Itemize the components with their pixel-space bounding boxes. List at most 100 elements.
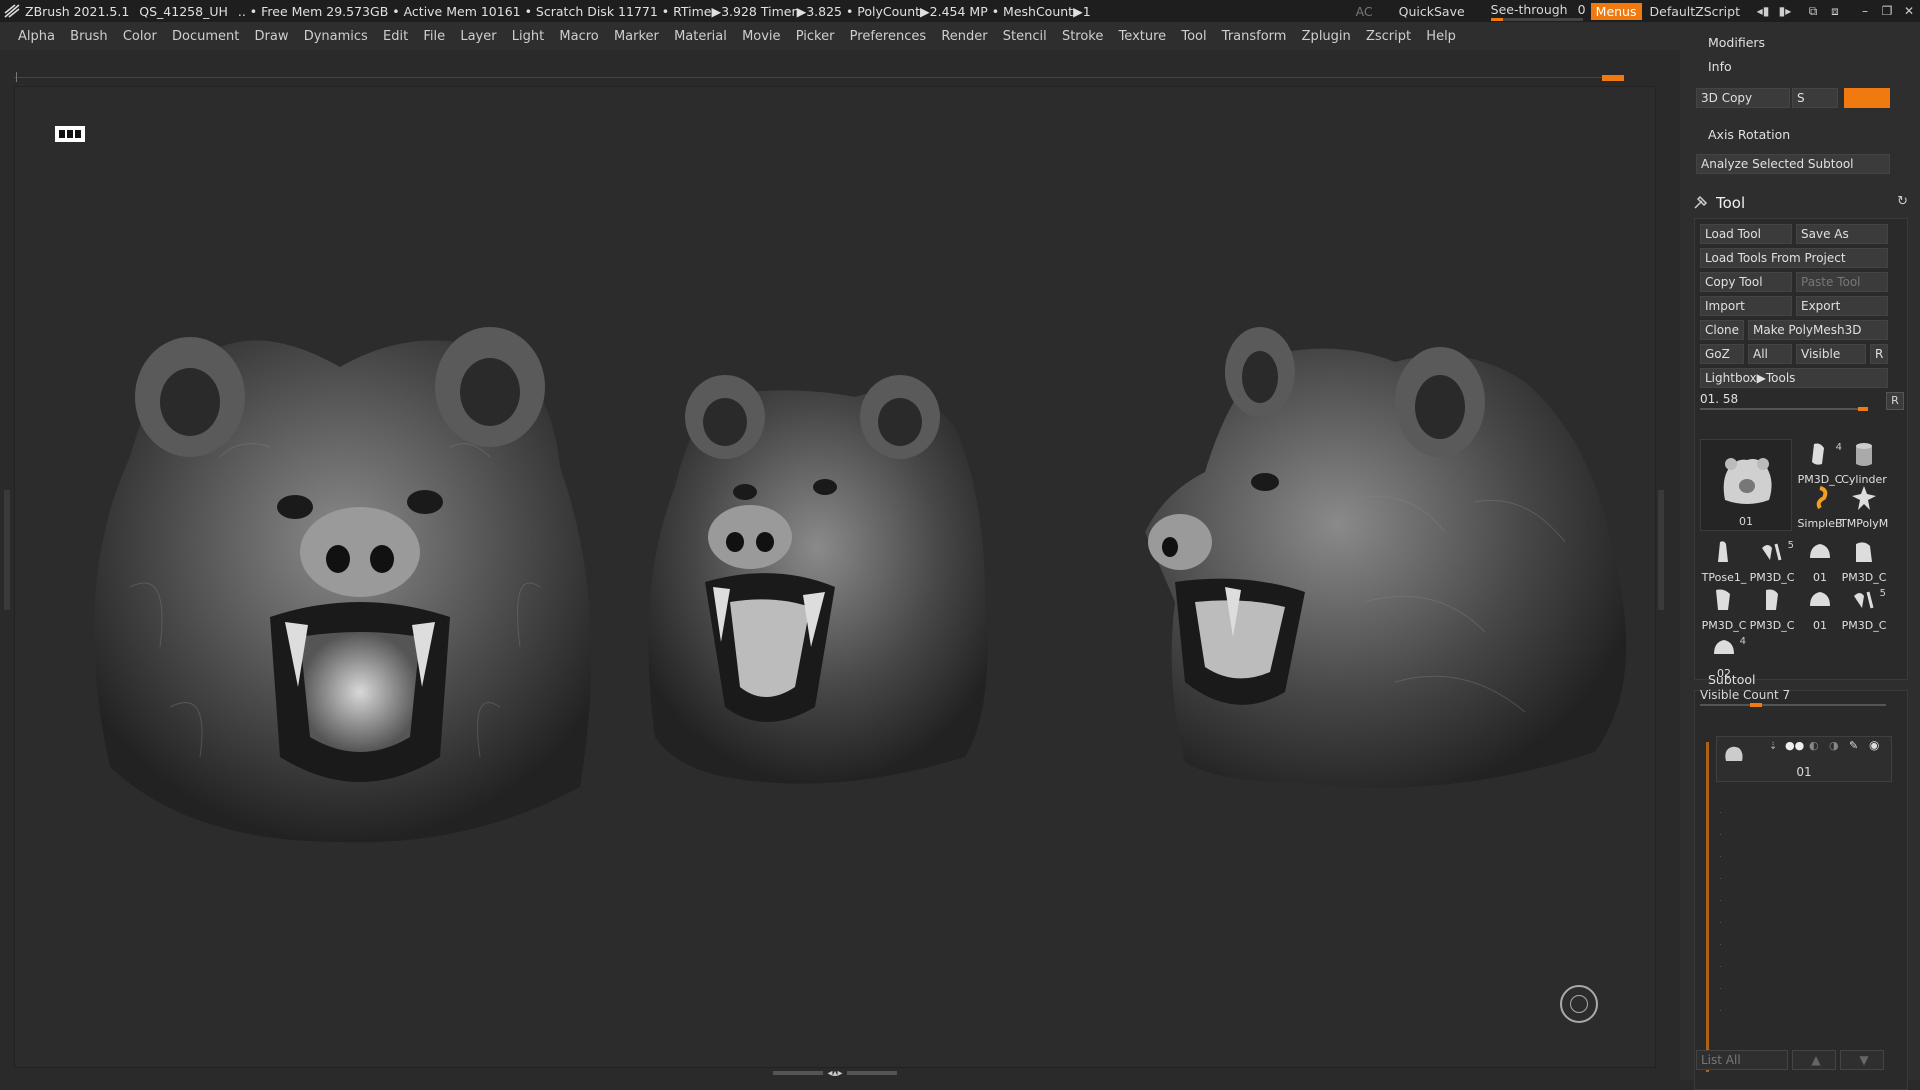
menu-file[interactable]: File [423,29,445,44]
copy3d-slider[interactable] [1844,88,1890,108]
bottom-tray-handle[interactable]: ◂▴▸ [770,1068,900,1079]
tool-thumbnail[interactable]: Cylinder [1840,440,1888,486]
active-tool-thumbnail[interactable]: 01 [1700,439,1792,531]
export-button[interactable]: Export [1796,296,1888,316]
menus-toggle-button[interactable]: Menus [1590,2,1642,20]
tool-index-knob[interactable] [1858,407,1868,411]
ac-label[interactable]: AC [1356,4,1373,19]
tool-thumbnail[interactable]: PM3D_C [1748,586,1796,632]
tool-thumbnail[interactable]: PM3D_C [1840,538,1888,584]
tool-thumbnail[interactable]: 5 PM3D_C [1840,586,1888,632]
make-polymesh-button[interactable]: Make PolyMesh3D [1748,320,1888,340]
tool-index-slider[interactable]: 01. 58 R [1700,392,1904,411]
tool-thumbnail[interactable]: TMPolyM [1840,484,1888,530]
quicksave-button[interactable]: QuickSave [1399,4,1465,19]
save-as-button[interactable]: Save As [1796,224,1888,244]
restore-icon[interactable]: ❐ [1876,4,1898,18]
tool-palette-header[interactable]: Tool ↻ [1692,192,1912,214]
subtool-scrollbar[interactable] [1706,742,1709,1072]
menu-picker[interactable]: Picker [796,29,835,44]
goz-all-button[interactable]: All [1748,344,1792,364]
timeline-handle[interactable] [1602,75,1624,81]
subtool-eye-icon[interactable]: ◉ [1869,738,1879,752]
menu-material[interactable]: Material [674,29,727,44]
tool-thumbnail[interactable]: SimpleB [1796,484,1844,530]
load-tool-button[interactable]: Load Tool [1700,224,1792,244]
goz-r-button[interactable]: R [1870,344,1888,364]
minimize-icon[interactable]: – [1854,4,1876,18]
paste-tool-button[interactable]: Paste Tool [1796,272,1888,292]
tool-thumbnail[interactable]: TPose1_ [1700,538,1748,584]
menu-stroke[interactable]: Stroke [1062,29,1103,44]
navigation-gizmo[interactable] [1560,985,1598,1023]
copy-tool-button[interactable]: Copy Tool [1700,272,1792,292]
menu-alpha[interactable]: Alpha [18,29,55,44]
menu-movie[interactable]: Movie [742,29,780,44]
close-icon[interactable]: ✕ [1898,4,1920,18]
lightbox-tools-button[interactable]: Lightbox▶Tools [1700,368,1888,388]
document-canvas[interactable] [14,86,1656,1068]
menu-zscript[interactable]: Zscript [1366,29,1411,44]
menu-light[interactable]: Light [512,29,544,44]
tool-thumbnail[interactable]: 01 [1796,586,1844,632]
analyze-subtool-button[interactable]: Analyze Selected Subtool [1696,154,1890,174]
info-link[interactable]: Info [1708,59,1732,74]
menu-tool[interactable]: Tool [1181,29,1206,44]
menu-dynamics[interactable]: Dynamics [304,29,368,44]
move-down-icon[interactable]: ▼ [1840,1050,1884,1070]
default-zscript-button[interactable]: DefaultZScript [1650,4,1741,19]
menu-texture[interactable]: Texture [1119,29,1167,44]
subtool-polypaint-icon[interactable]: ●● [1785,739,1804,752]
load-tools-from-project-button[interactable]: Load Tools From Project [1700,248,1888,268]
tool-thumbnail[interactable]: 5 PM3D_C [1748,538,1796,584]
reset-icon[interactable]: ↻ [1897,194,1908,209]
palette-left-icon[interactable]: ◂▮ [1752,4,1774,18]
subtool-mode-icon[interactable]: ◐ [1809,739,1819,752]
move-up-icon[interactable]: ▲ [1792,1050,1836,1070]
menu-stencil[interactable]: Stencil [1003,29,1047,44]
menu-preferences[interactable]: Preferences [850,29,926,44]
s-button[interactable]: S [1792,88,1838,108]
seethrough-slider[interactable]: See-through 0 [1490,0,1586,22]
copy3d-button[interactable]: 3D Copy [1696,88,1790,108]
tool-shape-icon [1766,589,1778,610]
subtool-brush-icon[interactable]: ✎ [1849,739,1858,752]
menu-help[interactable]: Help [1426,29,1456,44]
tool-thumbnail[interactable]: PM3D_C [1700,586,1748,632]
clone-button[interactable]: Clone [1700,320,1744,340]
import-button[interactable]: Import [1700,296,1792,316]
goz-button[interactable]: GoZ [1700,344,1744,364]
menu-render[interactable]: Render [941,29,987,44]
palette-right-icon[interactable]: ▮▸ [1774,4,1796,18]
menu-draw[interactable]: Draw [255,29,289,44]
layout-icon[interactable]: ⧉ [1802,4,1824,19]
menu-edit[interactable]: Edit [383,29,408,44]
menu-transform[interactable]: Transform [1222,29,1287,44]
modifiers-link[interactable]: Modifiers [1708,35,1765,50]
visible-count-knob[interactable] [1750,703,1762,707]
floor-grid-icon[interactable] [54,125,86,143]
tool-shape-icon [1856,542,1872,562]
timeline-ruler[interactable] [14,72,1624,82]
list-all-button[interactable]: List All [1696,1050,1788,1070]
menu-layer[interactable]: Layer [460,29,496,44]
subtool-mask-icon[interactable]: ◑ [1829,739,1839,752]
subtool-title[interactable]: Subtool [1708,672,1755,687]
tool-thumbnail[interactable]: 4 PM3D_C [1796,440,1844,486]
menu-macro[interactable]: Macro [559,29,598,44]
visible-count-slider[interactable]: Visible Count 7 [1700,688,1886,707]
tool-index-r-button[interactable]: R [1886,392,1904,410]
left-tray-handle[interactable] [4,490,10,610]
subtool-row[interactable]: ⇣ ●● ◐ ◑ ✎ ◉ 01 [1716,736,1892,782]
tool-thumbnail[interactable]: 01 [1796,538,1844,584]
subtool-arrow-icon[interactable]: ⇣ [1769,741,1777,752]
axis-rotation-link[interactable]: Axis Rotation [1708,127,1790,142]
menu-document[interactable]: Document [172,29,239,44]
menu-color[interactable]: Color [123,29,157,44]
goz-visible-button[interactable]: Visible [1796,344,1866,364]
menu-brush[interactable]: Brush [70,29,108,44]
right-tray-handle[interactable] [1658,490,1664,610]
layout-alt-icon[interactable]: ⧈ [1824,4,1846,19]
menu-marker[interactable]: Marker [614,29,659,44]
menu-zplugin[interactable]: Zplugin [1302,29,1351,44]
